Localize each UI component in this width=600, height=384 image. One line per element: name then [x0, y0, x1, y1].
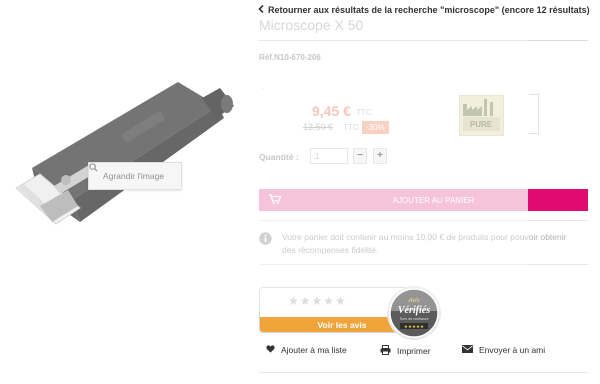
brand-logo[interactable]: PURE	[459, 95, 504, 136]
info-icon	[259, 232, 272, 250]
quantity-label: Quantité :	[259, 152, 299, 162]
divider	[259, 220, 588, 221]
envelope-icon	[462, 345, 473, 355]
back-to-results-label: Retourner aux résultats de la recherche …	[268, 5, 590, 15]
factory-icon: PURE	[463, 99, 500, 131]
print-label: Imprimer	[397, 346, 431, 356]
chevron-left-icon	[258, 4, 264, 15]
add-to-cart-label: AJOUTER AU PANIER	[392, 195, 475, 205]
loyalty-message: Votre panier doit contenir au moins 10,0…	[282, 232, 567, 255]
badge-top-text: Avis	[407, 298, 419, 304]
price-tax-label: TTC	[356, 108, 372, 117]
send-to-friend-link[interactable]: Envoyer à un ami	[462, 345, 545, 355]
old-price: 13,50 €	[303, 122, 334, 132]
rating-stars: ★★★★★	[288, 294, 347, 308]
zoom-tooltip[interactable]: Agrandir l'image	[88, 162, 182, 190]
product-reference: Réf.N10-670-206	[259, 53, 321, 62]
add-to-wishlist-link[interactable]: Ajouter à ma liste	[266, 345, 347, 355]
availability-dot: ·	[262, 84, 265, 93]
badge-sub-text: Tiers de confiance	[399, 317, 428, 321]
quantity-input[interactable]: 1	[310, 148, 348, 164]
divider	[259, 264, 588, 265]
brand-name: PURE	[470, 120, 493, 129]
title-divider	[259, 40, 588, 41]
heart-icon	[266, 345, 275, 355]
quantity-minus-button[interactable]: −	[353, 148, 367, 164]
side-panel-edge	[529, 94, 539, 134]
old-price-tax-label: TTC	[343, 123, 359, 132]
add-to-cart-button[interactable]: AJOUTER AU PANIER	[259, 189, 528, 211]
send-to-friend-label: Envoyer à un ami	[479, 345, 546, 355]
verified-reviews-badge[interactable]: Avis Vérifiés Tiers de confiance ★★★★★	[386, 285, 442, 346]
badge-stars: ★★★★★	[404, 324, 424, 330]
wishlist-label: Ajouter à ma liste	[281, 345, 347, 355]
product-image[interactable]: Agrandir l'image	[10, 10, 236, 310]
back-to-results-link[interactable]: Retourner aux résultats de la recherche …	[258, 0, 590, 20]
microscope-illustration	[15, 82, 234, 225]
cart-icon	[269, 194, 282, 207]
print-link[interactable]: Imprimer	[380, 345, 431, 357]
quantity-plus-button[interactable]: +	[373, 148, 387, 164]
zoom-tooltip-label: Agrandir l'image	[102, 171, 165, 181]
printer-icon	[380, 345, 391, 357]
cart-button-accent	[528, 189, 588, 211]
badge-main-text: Vérifiés	[398, 305, 430, 316]
discount-badge: -30%	[362, 121, 389, 134]
current-price: 9,45 €	[312, 103, 351, 119]
divider	[259, 372, 588, 373]
